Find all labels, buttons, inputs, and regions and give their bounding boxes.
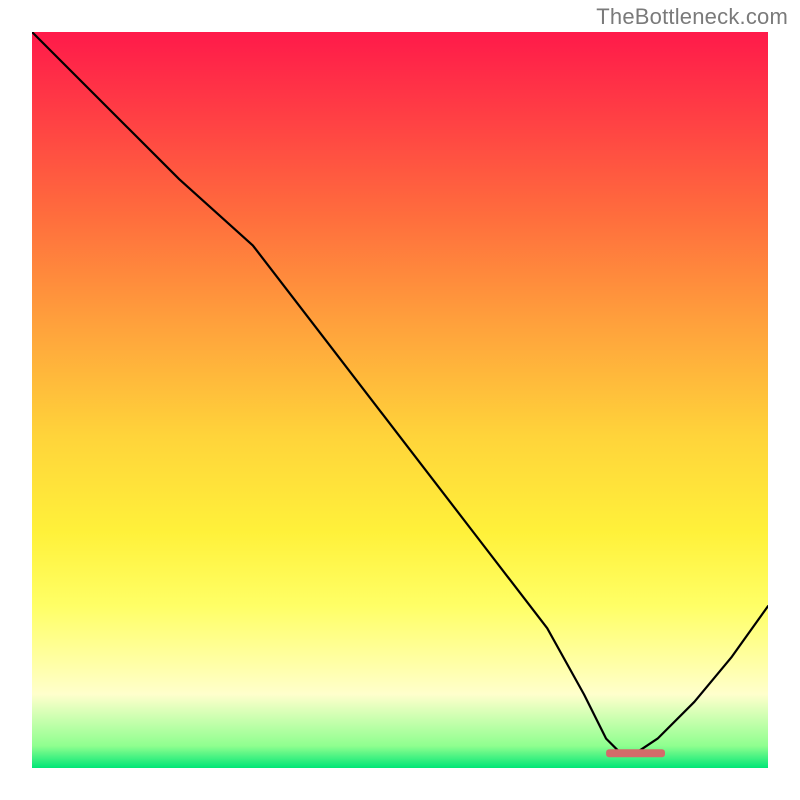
bottleneck-curve bbox=[32, 32, 768, 753]
optimal-marker bbox=[606, 749, 665, 757]
chart-frame: TheBottleneck.com bbox=[0, 0, 800, 800]
plot-area bbox=[32, 32, 768, 768]
chart-svg bbox=[32, 32, 768, 768]
attribution-label: TheBottleneck.com bbox=[596, 4, 788, 30]
